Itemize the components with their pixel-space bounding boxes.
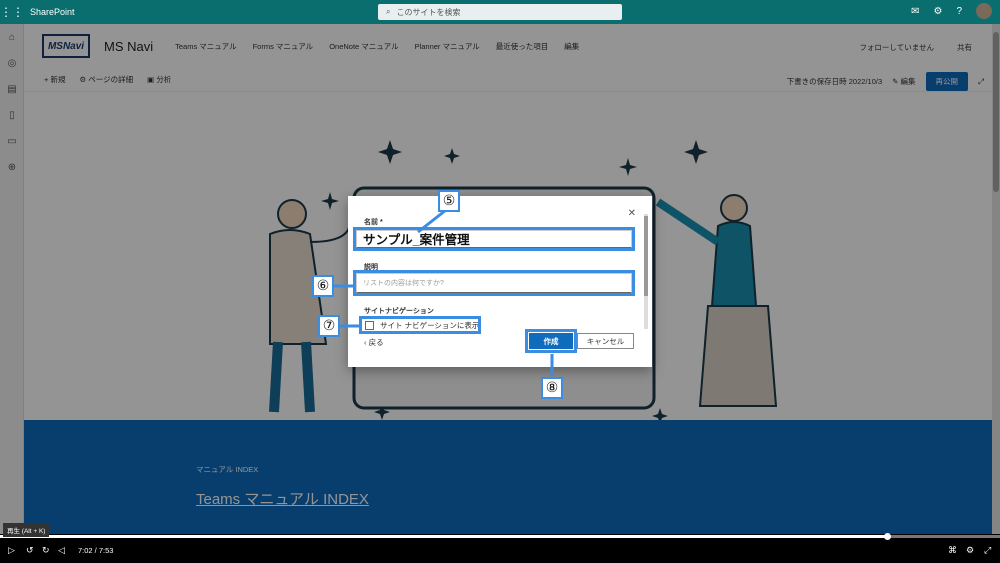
callout-7: ⑦ bbox=[318, 315, 340, 337]
callout-connectors bbox=[334, 208, 554, 376]
forward-icon[interactable]: ↻ bbox=[42, 545, 50, 556]
captions-icon[interactable]: ⌘ bbox=[948, 545, 957, 556]
video-progress-bar[interactable] bbox=[0, 533, 1000, 540]
play-icon[interactable]: ▷ bbox=[8, 545, 15, 556]
play-tooltip: 再生 (Alt + K) bbox=[3, 523, 50, 537]
video-progress-fill bbox=[0, 535, 887, 538]
rewind-icon[interactable]: ↺ bbox=[26, 545, 34, 556]
callout-8: ⑧ bbox=[541, 377, 563, 399]
fullscreen-icon[interactable]: ⤢ bbox=[984, 545, 991, 556]
callout-6: ⑥ bbox=[312, 275, 334, 297]
video-progress-knob[interactable] bbox=[883, 533, 891, 540]
settings-icon[interactable]: ⚙ bbox=[966, 545, 974, 556]
video-time: 7:02 / 7:53 bbox=[78, 546, 114, 555]
callout-5: ⑤ bbox=[438, 190, 460, 212]
video-player-bar bbox=[0, 534, 1000, 563]
volume-icon[interactable]: ◁ bbox=[58, 545, 65, 556]
